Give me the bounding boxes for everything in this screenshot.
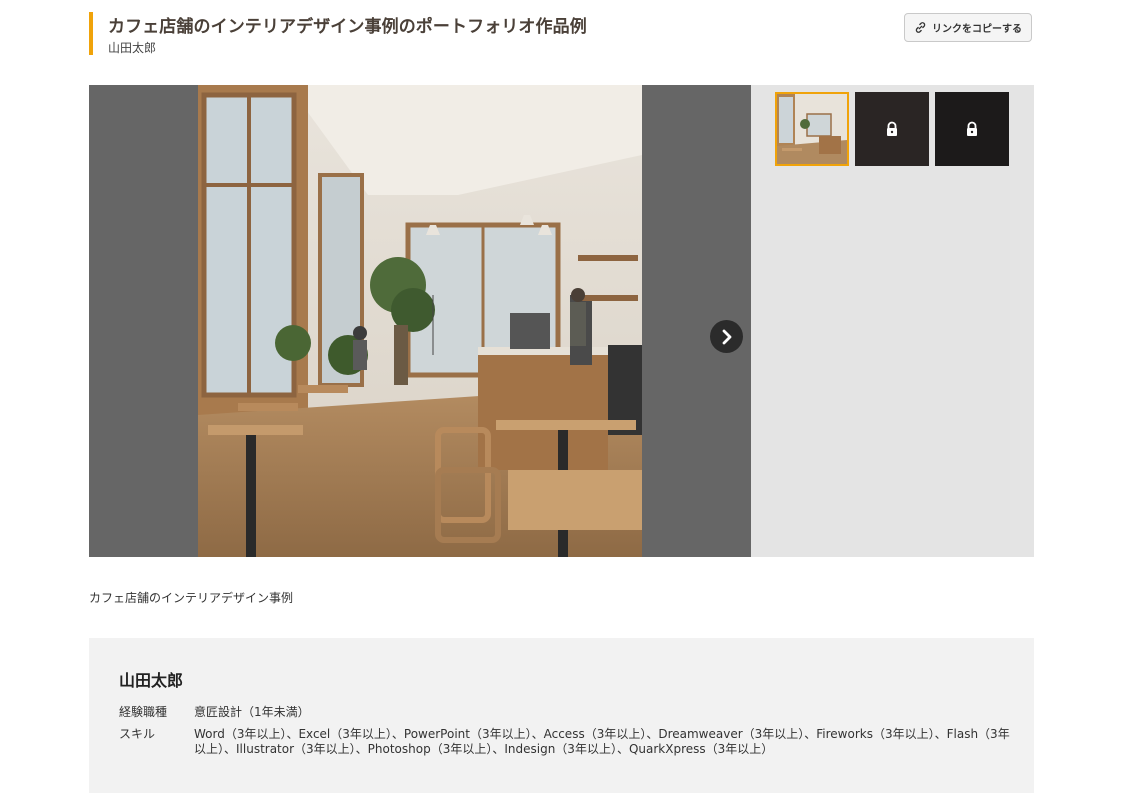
cafe-interior-photo xyxy=(198,85,642,557)
copy-link-button[interactable]: リンクをコピーする xyxy=(904,13,1032,42)
skills-label: スキル xyxy=(119,727,156,741)
image-caption: カフェ店舗のインテリアデザイン事例 xyxy=(89,591,294,605)
link-icon xyxy=(915,22,926,33)
portfolio-header: カフェ店舗のインテリアデザイン事例のポートフォリオ作品例 山田太郎 リンクをコピ… xyxy=(89,12,1034,56)
thumbnail-3-locked[interactable] xyxy=(935,92,1009,166)
experience-label: 経験職種 xyxy=(119,705,168,719)
skills-value: Word（3年以上）、Excel（3年以上）、PowerPoint（3年以上）、… xyxy=(194,727,1010,756)
next-image-button[interactable] xyxy=(710,320,743,353)
experience-value: 意匠設計（1年未満） xyxy=(194,705,310,719)
lock-icon xyxy=(967,121,977,136)
copy-link-label: リンクをコピーする xyxy=(932,24,1022,35)
image-gallery xyxy=(89,85,1034,557)
title-accent-bar xyxy=(89,12,93,55)
profile-name: 山田太郎 xyxy=(119,671,184,690)
chevron-right-icon xyxy=(722,329,731,344)
cafe-interior-thumbnail xyxy=(777,94,847,164)
author-name: 山田太郎 xyxy=(108,41,157,55)
thumbnail-2-locked[interactable] xyxy=(855,92,929,166)
thumbnail-1-selected[interactable] xyxy=(775,92,849,166)
profile-card: 山田太郎 経験職種 意匠設計（1年未満） スキル Word（3年以上）、Exce… xyxy=(89,638,1034,793)
lock-icon xyxy=(887,121,897,136)
thumbnail-panel xyxy=(751,85,1034,557)
main-image-viewer xyxy=(89,85,751,557)
page-title: カフェ店舗のインテリアデザイン事例のポートフォリオ作品例 xyxy=(108,17,587,37)
